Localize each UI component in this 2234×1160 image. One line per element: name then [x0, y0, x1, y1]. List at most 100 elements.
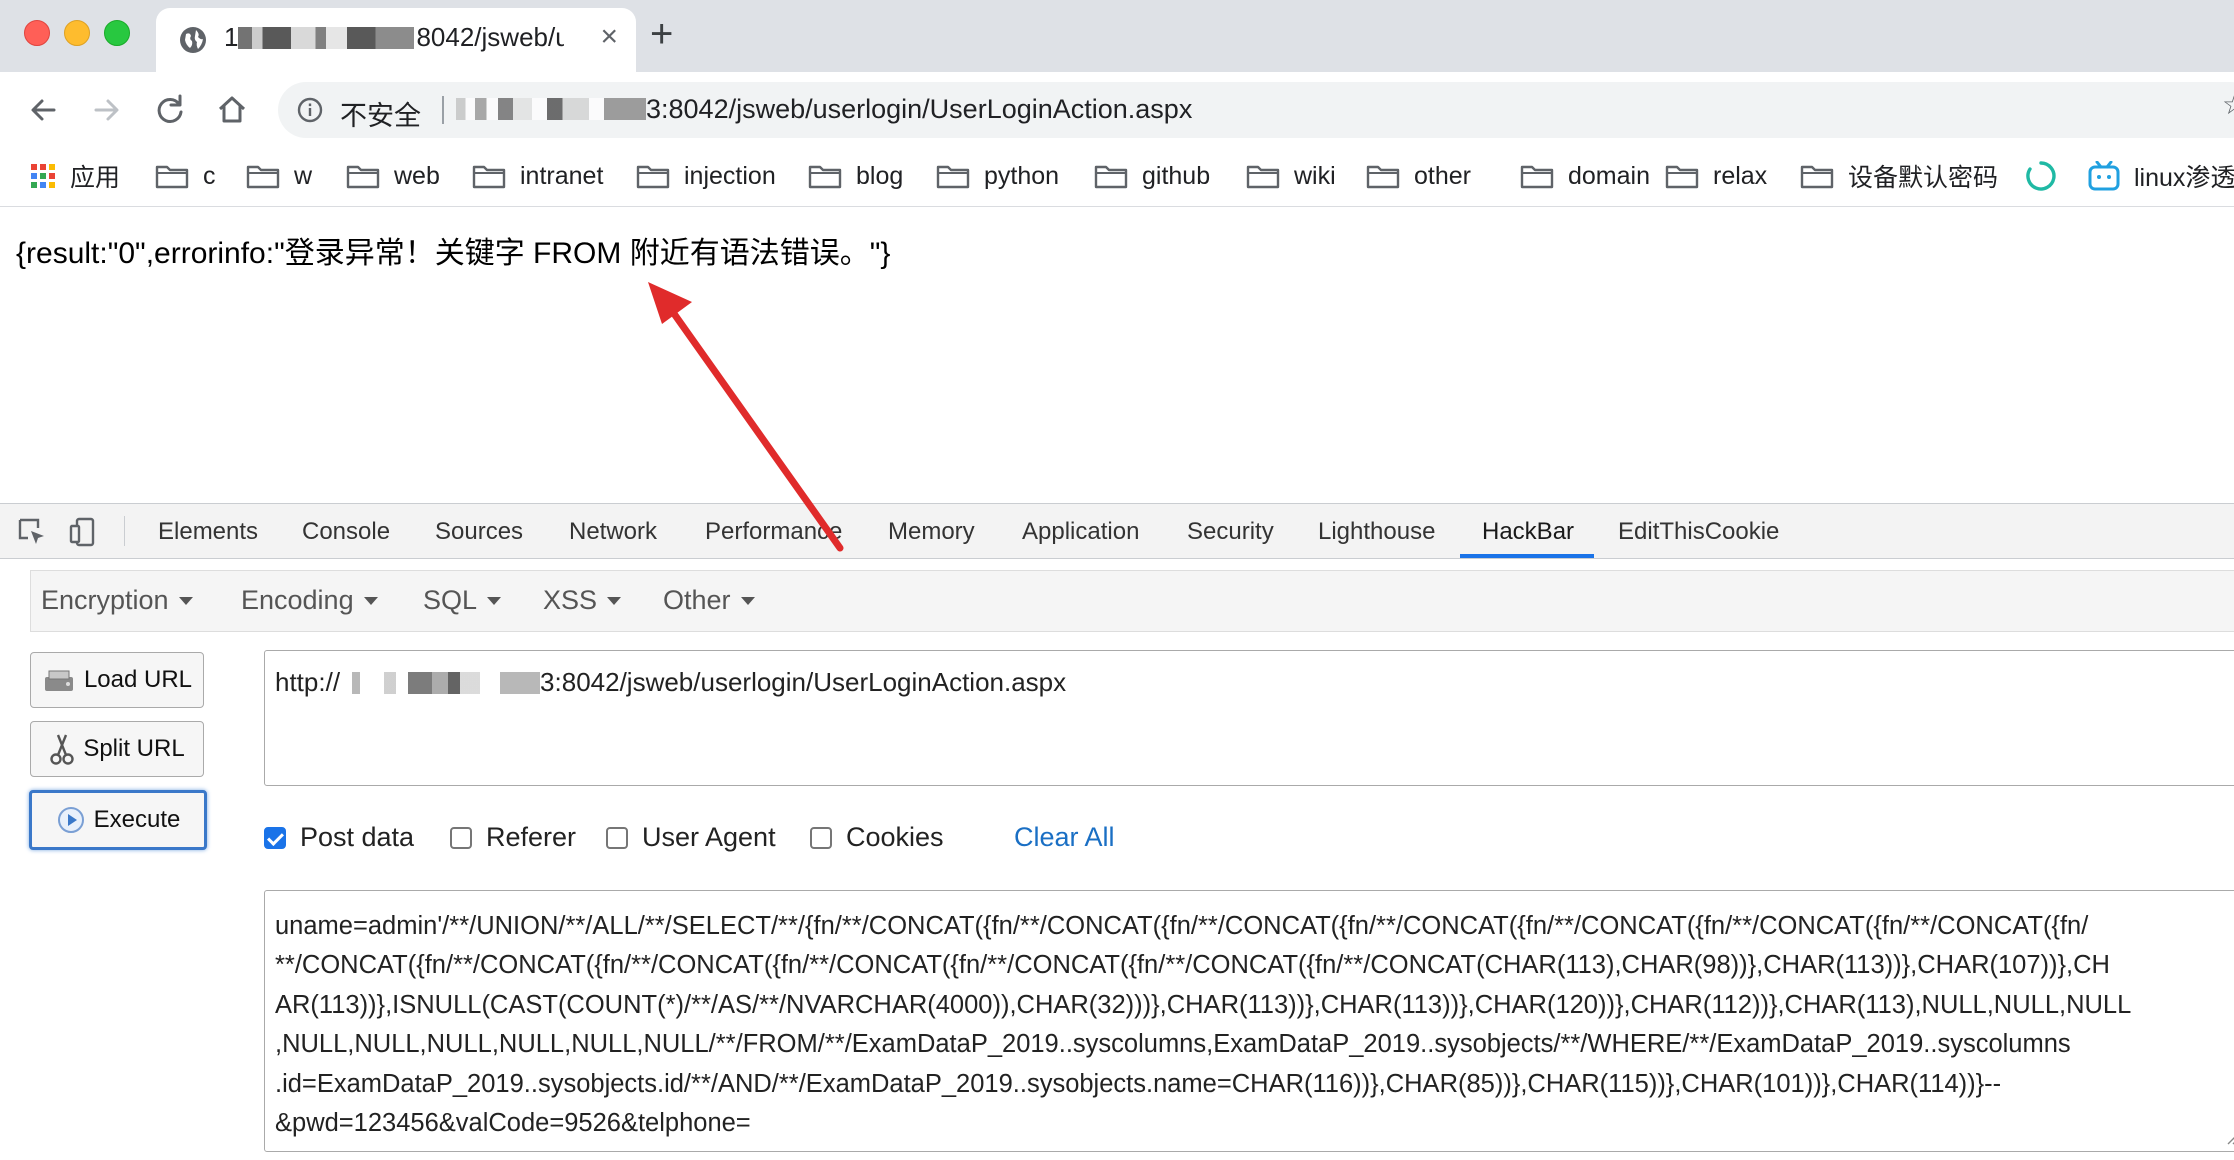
bookmark-label: c [203, 161, 216, 190]
folder-icon [1366, 165, 1400, 189]
load-url-label: Load URL [83, 666, 193, 693]
devtools-tab-application[interactable]: Application [1022, 518, 1139, 546]
devtools-tab-editthiscookie[interactable]: EditThisCookie [1618, 518, 1779, 546]
bookmark-apps[interactable]: 应用 [30, 156, 120, 196]
folder-icon [1246, 165, 1280, 189]
hackbar-menu-other[interactable]: Other [663, 585, 755, 616]
url-text[interactable]: 3:8042/jsweb/userlogin/UserLoginAction.a… [456, 94, 1192, 125]
hackbar-menu-bar: Encryption Encoding SQL XSS Other [30, 570, 2234, 632]
post-data-line: &pwd=123456&valCode=9526&telphone= [275, 1109, 751, 1138]
bookmark-folder[interactable]: intranet [472, 156, 603, 196]
option-referer[interactable]: Referer [450, 822, 576, 853]
clear-all-link[interactable]: Clear All [1014, 822, 1115, 853]
url-tail: 3:8042/jsweb/userlogin/UserLoginAction.a… [646, 94, 1193, 124]
devtools-tab-security[interactable]: Security [1187, 518, 1274, 546]
inspect-element-icon[interactable] [16, 516, 48, 548]
play-icon [57, 807, 84, 833]
bookmark-label: linux渗透 [2134, 164, 2234, 192]
bookmark-label: injection [684, 161, 776, 190]
hackbar-menu-encryption[interactable]: Encryption [41, 585, 193, 616]
option-label: Post data [300, 822, 415, 852]
option-user-agent[interactable]: User Agent [606, 822, 776, 853]
bookmark-folder[interactable]: wiki [1246, 156, 1336, 196]
close-tab-icon[interactable]: × [600, 22, 618, 52]
url-textarea[interactable]: http:// 3:8042/jsweb/userlogin/UserLoginA… [264, 650, 2234, 786]
browser-tab[interactable]: 1 8042/jsweb/us × [156, 8, 636, 72]
bookmark-folder[interactable]: w [246, 156, 312, 196]
option-post-data[interactable]: Post data [264, 822, 414, 853]
bookmark-folder[interactable]: web [346, 156, 440, 196]
bookmark-folder[interactable]: python [936, 156, 1059, 196]
checkbox[interactable] [606, 826, 628, 849]
bookmark-folder[interactable]: 设备默认密码 [1800, 156, 1998, 196]
close-window-button[interactable] [24, 20, 50, 46]
url-value: http:// 3:8042/jsweb/userlogin/UserLoginA… [275, 667, 1066, 698]
execute-button[interactable]: Execute [29, 790, 207, 850]
checkbox[interactable] [264, 826, 286, 849]
back-icon[interactable] [24, 90, 64, 130]
tab-title-prefix: 1 [224, 22, 239, 52]
minimize-window-button[interactable] [64, 20, 90, 46]
security-label[interactable]: 不安全 [340, 94, 421, 133]
hackbar-menu-xss[interactable]: XSS [543, 585, 622, 616]
bookmark-folder[interactable]: github [1094, 156, 1210, 196]
load-url-button[interactable]: Load URL [30, 652, 204, 708]
redacted-host [456, 98, 646, 120]
post-data-textarea[interactable]: uname=admin'/**/UNION/**/ALL/**/SELECT/*… [264, 890, 2234, 1152]
split-url-label: Split URL [83, 735, 185, 762]
reload-icon[interactable] [150, 90, 190, 130]
folder-icon [1665, 165, 1699, 189]
bookmark-label: domain [1568, 161, 1650, 190]
menu-label: SQL [423, 585, 478, 615]
post-data-value: uname=admin'/**/UNION/**/ALL/**/SELECT/*… [275, 907, 2234, 1143]
hackbar-menu-sql[interactable]: SQL [423, 585, 502, 616]
bookmark-folder[interactable]: blog [808, 156, 903, 196]
folder-icon [472, 165, 506, 189]
devtools-tab-hackbar[interactable]: HackBar [1482, 518, 1574, 546]
tab-title: 1 8042/jsweb/us [224, 22, 564, 53]
bookmark-linux[interactable]: linux渗透 [2088, 156, 2234, 196]
forward-icon[interactable] [86, 90, 126, 130]
bookmark-label: python [984, 161, 1060, 190]
url-prefix: http:// [275, 667, 341, 697]
address-bar[interactable]: 不安全 3:8042/jsweb/userlogin/UserLoginActi… [278, 82, 2234, 138]
post-data-line: **/CONCAT({fn/**/CONCAT({fn/**/CONCAT({f… [275, 951, 2110, 980]
devtools-tab-performance[interactable]: Performance [705, 518, 842, 546]
bookmark-star-icon[interactable]: ☆ [2222, 88, 2234, 121]
resize-grip-icon[interactable] [2225, 1131, 2234, 1145]
home-icon[interactable] [212, 90, 252, 130]
bookmark-label: w [294, 161, 313, 190]
bookmark-loading[interactable] [2024, 156, 2072, 196]
bookmark-folder[interactable]: injection [636, 156, 776, 196]
bookmark-folder[interactable]: relax [1665, 156, 1767, 196]
devtools-tab-network[interactable]: Network [569, 518, 657, 546]
devtools-tab-memory[interactable]: Memory [888, 518, 975, 546]
hackbar-menu-encoding[interactable]: Encoding [241, 585, 378, 616]
maximize-window-button[interactable] [104, 20, 130, 46]
new-tab-button[interactable]: + [650, 14, 673, 54]
bookmark-label: 设备默认密码 [1848, 164, 1999, 192]
devtools-tab-elements[interactable]: Elements [158, 518, 258, 546]
bookmark-folder[interactable]: c [155, 156, 216, 196]
bilibili-icon [2088, 161, 2120, 191]
folder-icon [1800, 165, 1834, 189]
caret-down-icon [363, 597, 378, 605]
devtools-tab-bar: Elements Console Sources Network Performance… [0, 503, 2234, 559]
option-cookies[interactable]: Cookies [810, 822, 944, 853]
browser-toolbar: 不安全 3:8042/jsweb/userlogin/UserLoginActi… [0, 72, 2234, 148]
bookmark-folder[interactable]: other [1366, 156, 1471, 196]
menu-label: XSS [543, 585, 598, 615]
devtools-tab-console[interactable]: Console [302, 518, 390, 546]
split-url-button[interactable]: Split URL [30, 721, 204, 777]
info-icon[interactable] [296, 96, 324, 124]
divider [124, 516, 125, 546]
devtools-tab-lighthouse[interactable]: Lighthouse [1318, 518, 1435, 546]
bookmark-label: other [1414, 161, 1471, 190]
checkbox[interactable] [810, 826, 832, 849]
devtools-tab-sources[interactable]: Sources [435, 518, 523, 546]
device-toolbar-icon[interactable] [68, 516, 100, 548]
bookmark-folder[interactable]: domain [1520, 156, 1650, 196]
checkbox[interactable] [450, 826, 472, 849]
bookmarks-bar: 应用 c w web intranet injection blog python githu… [0, 148, 2234, 207]
bookmark-label: web [394, 161, 440, 190]
